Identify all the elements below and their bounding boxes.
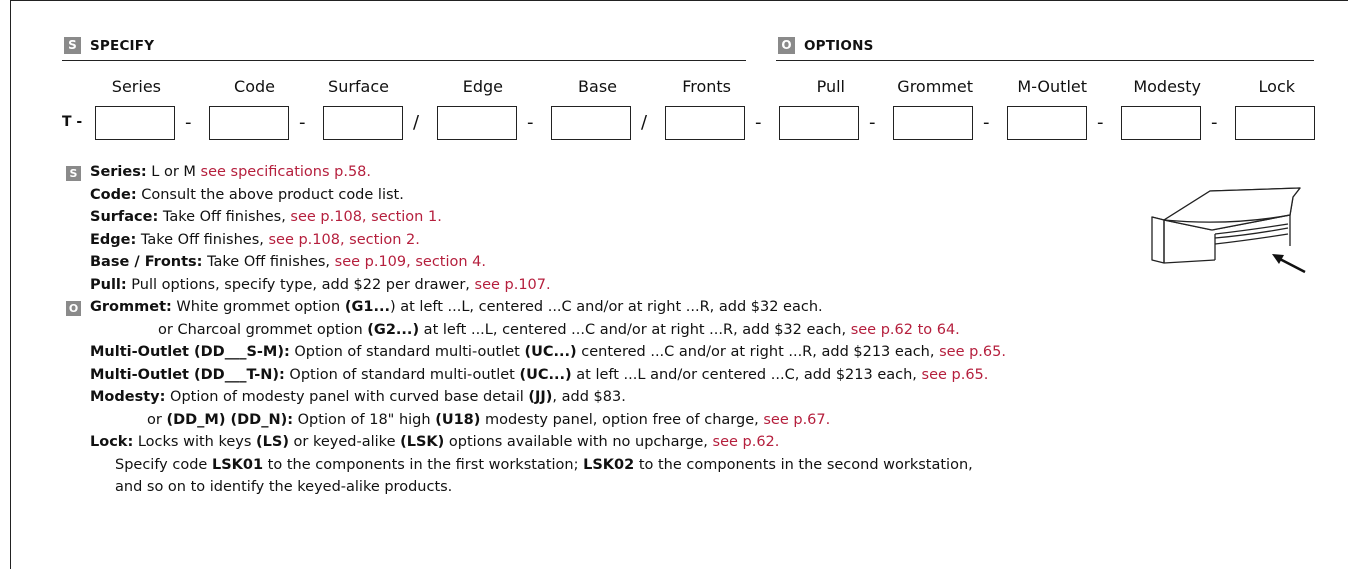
note-surface: Surface: Take Off finishes, see p.108, s… [90, 209, 442, 225]
m-outlet-box[interactable] [1007, 106, 1087, 140]
note-series: Series: L or M see specifications p.58. [90, 164, 372, 180]
separator: - [185, 112, 192, 133]
label-lock: Lock [1258, 77, 1295, 96]
separator: - [1097, 112, 1104, 133]
label-code: Code [234, 77, 275, 96]
label-fronts: Fronts [682, 77, 731, 96]
surface-box[interactable] [323, 106, 403, 140]
separator: - [869, 112, 876, 133]
link-lock[interactable]: see p.62. [713, 434, 780, 450]
options-notes-badge: O [66, 301, 81, 316]
label-base: Base [578, 77, 617, 96]
code-prefix: T - [62, 114, 83, 130]
label-pull: Pull [816, 77, 845, 96]
note-lock: Lock: Locks with keys (LS) or keyed-alik… [90, 434, 780, 450]
options-title: OPTIONS [804, 37, 874, 54]
note-modesty: Modesty: Option of modesty panel with cu… [90, 389, 626, 405]
link-base-fronts[interactable]: see p.109, section 4. [335, 254, 486, 270]
link-grommet[interactable]: see p.62 to 64. [851, 322, 960, 338]
link-edge[interactable]: see p.108, section 2. [268, 232, 419, 248]
link-multi-outlet-sm[interactable]: see p.65. [939, 344, 1006, 360]
separator: - [1211, 112, 1218, 133]
separator: - [755, 112, 762, 133]
separator: / [413, 112, 420, 133]
separator: - [299, 112, 306, 133]
specify-badge: S [64, 37, 81, 54]
note-multi-outlet-tn: Multi-Outlet (DD___T-N): Option of stand… [90, 366, 989, 383]
link-pull[interactable]: see p.107. [475, 277, 551, 293]
note-lock-keyed-alike: and so on to identify the keyed-alike pr… [115, 479, 453, 495]
series-box[interactable] [95, 106, 175, 140]
modesty-box[interactable] [1121, 106, 1201, 140]
pull-box[interactable] [779, 106, 859, 140]
note-grommet-charcoal: or Charcoal grommet option (G2...) at le… [158, 321, 960, 338]
note-pull: Pull: Pull options, specify type, add $2… [90, 276, 551, 293]
specify-header: S SPECIFY [64, 37, 154, 54]
grommet-box[interactable] [893, 106, 973, 140]
note-base-fronts: Base / Fronts: Take Off finishes, see p.… [90, 254, 487, 270]
desk-illustration [1151, 187, 1306, 274]
notes-block: Series: L or M see specifications p.58. … [90, 161, 1006, 499]
link-surface[interactable]: see p.108, section 1. [290, 209, 441, 225]
arrow-icon [1272, 254, 1306, 274]
code-box[interactable] [209, 106, 289, 140]
specify-notes-badge: S [66, 166, 81, 181]
link-series[interactable]: see specifications p.58. [201, 164, 372, 180]
options-badge: O [778, 37, 795, 54]
note-lock-specify: Specify code LSK01 to the components in … [115, 456, 973, 473]
separator: / [641, 112, 648, 133]
label-series: Series [111, 77, 161, 96]
options-rule [776, 60, 1314, 61]
lock-box[interactable] [1235, 106, 1315, 140]
label-grommet: Grommet [897, 77, 973, 96]
note-edge: Edge: Take Off finishes, see p.108, sect… [90, 231, 420, 248]
link-modesty[interactable]: see p.67. [763, 412, 830, 428]
options-header: O OPTIONS [778, 37, 874, 54]
separator: - [983, 112, 990, 133]
base-box[interactable] [551, 106, 631, 140]
link-multi-outlet-tn[interactable]: see p.65. [922, 367, 989, 383]
label-m-outlet: M-Outlet [1017, 77, 1087, 96]
separator: - [527, 112, 534, 133]
note-modesty-alt: or (DD_M) (DD_N): Option of 18" high (U1… [147, 411, 831, 428]
edge-box[interactable] [437, 106, 517, 140]
label-surface: Surface [328, 77, 389, 96]
note-multi-outlet-sm: Multi-Outlet (DD___S-M): Option of stand… [90, 344, 1006, 360]
fronts-box[interactable] [665, 106, 745, 140]
specify-rule [62, 60, 746, 61]
label-edge: Edge [462, 77, 503, 96]
specify-title: SPECIFY [90, 37, 155, 54]
note-grommet: Grommet: White grommet option (G1...) at… [90, 299, 823, 315]
label-modesty: Modesty [1133, 77, 1201, 96]
note-code: Code: Consult the above product code lis… [90, 186, 404, 203]
